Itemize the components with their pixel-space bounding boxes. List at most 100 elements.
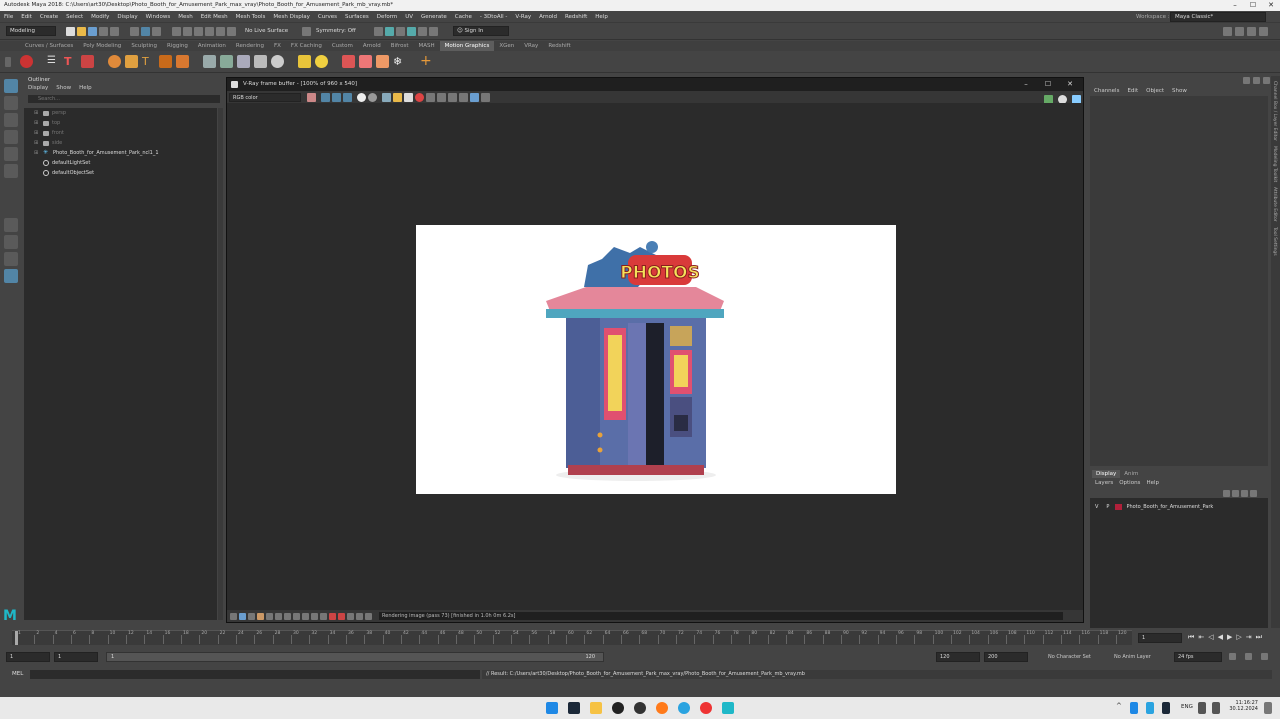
snap-view-icon[interactable]	[205, 26, 214, 36]
layer-playback-toggle[interactable]: P	[1106, 504, 1109, 510]
vfb-close-icon[interactable]: ✕	[1059, 78, 1081, 91]
clear-image-icon[interactable]	[404, 92, 413, 102]
vfb-dot-icon[interactable]	[347, 612, 354, 620]
shelf-tab-custom[interactable]: Custom	[327, 41, 358, 51]
red-channel-icon[interactable]	[321, 92, 330, 102]
range-bar[interactable]: 1 120	[106, 652, 604, 662]
select-tool-icon[interactable]	[4, 79, 18, 93]
layer-tab-display[interactable]: Display	[1092, 470, 1121, 478]
channel-box-menu-channels[interactable]: Channels	[1090, 86, 1123, 96]
minimize-icon[interactable]: –	[1226, 0, 1244, 11]
outliner-item[interactable]: ⊞ side	[24, 138, 217, 148]
outliner-layout-icon[interactable]	[4, 269, 18, 283]
shelf-tab-xgen[interactable]: XGen	[494, 41, 519, 51]
menu-uv[interactable]: UV	[401, 11, 417, 23]
tool-settings-icon[interactable]	[1247, 27, 1256, 36]
svg-icon[interactable]	[159, 55, 172, 68]
playback-end-field[interactable]: 120	[936, 652, 980, 662]
shelf-tab-motion-graphics[interactable]: Motion Graphics	[439, 41, 495, 51]
save-image-icon[interactable]	[307, 92, 316, 102]
undo-icon[interactable]	[99, 26, 108, 36]
notification-icon[interactable]	[1264, 702, 1272, 714]
shelf-tab-arnold[interactable]: Arnold	[358, 41, 386, 51]
channel-box-icon[interactable]	[1259, 27, 1268, 36]
region-render-icon[interactable]	[437, 92, 446, 102]
outliner-item[interactable]: ⊞ ✳ Photo_Booth_for_Amusement_Park_ncl1_1	[24, 148, 217, 158]
channel-dropdown[interactable]: RGB color	[229, 92, 301, 102]
menu-file[interactable]: File	[0, 11, 17, 23]
four-view-icon[interactable]	[4, 235, 18, 249]
symmetry-icon[interactable]	[302, 26, 311, 36]
step-back-key-icon[interactable]: ⇤	[1198, 633, 1204, 642]
maximize-icon[interactable]: ☐	[1244, 0, 1262, 11]
outliner-item[interactable]: defaultObjectSet	[24, 168, 217, 178]
new-layer-selected-icon[interactable]	[1250, 490, 1257, 497]
vfb-ab-icon[interactable]	[311, 612, 318, 620]
layer-visibility-toggle[interactable]: V	[1095, 504, 1098, 510]
shelf-tab-bifrost[interactable]: Bifrost	[386, 41, 414, 51]
anim-end-field[interactable]: 200	[984, 652, 1028, 662]
cmd-language-label[interactable]: MEL	[12, 671, 23, 677]
firefox-icon[interactable]	[656, 702, 668, 714]
vfb-lut-icon[interactable]	[248, 612, 255, 620]
two-view-icon[interactable]	[4, 252, 18, 266]
loop-icon[interactable]	[1229, 653, 1236, 660]
vfb-canvas[interactable]: PHOTOS	[227, 103, 1083, 610]
expand-icon[interactable]: ⊞	[34, 118, 40, 128]
history-icon[interactable]	[481, 92, 490, 102]
stop-render-icon[interactable]	[415, 92, 424, 102]
vfb-srgb-icon[interactable]	[266, 612, 273, 620]
outliner-menu-display[interactable]: Display	[24, 84, 52, 93]
lens-effects-icon[interactable]	[459, 92, 468, 102]
snap-point-icon[interactable]	[194, 26, 203, 36]
menu-3dtoall[interactable]: - 3DtoAll -	[476, 11, 512, 23]
fps-dropdown[interactable]: 24 fps	[1174, 652, 1222, 662]
menu-mesh[interactable]: Mesh	[174, 11, 196, 23]
panel-mid-icon[interactable]	[1253, 77, 1260, 84]
hypershade-icon[interactable]	[407, 26, 416, 36]
particle-icon[interactable]	[342, 55, 355, 68]
sign-in-button[interactable]: ☺ Sign In	[453, 26, 509, 36]
shelf-menu-icon[interactable]: ☰	[47, 55, 60, 68]
start-icon[interactable]	[546, 702, 558, 714]
folder-icon[interactable]	[393, 92, 402, 102]
shelf-settings-icon[interactable]	[5, 56, 11, 67]
live-surface-label[interactable]: No Live Surface	[245, 28, 301, 34]
vfb-exposure-icon[interactable]	[257, 612, 264, 620]
step-back-icon[interactable]: ◁	[1208, 633, 1213, 642]
select-hierarchy-icon[interactable]	[130, 26, 139, 36]
vfb-color-clamp-icon[interactable]	[320, 612, 327, 620]
twist-icon[interactable]	[254, 55, 267, 68]
paint-select-icon[interactable]	[4, 113, 18, 127]
shelf-tab-fx-caching[interactable]: FX Caching	[286, 41, 327, 51]
attribute-editor-icon[interactable]	[1235, 27, 1244, 36]
yandex-icon[interactable]	[700, 702, 712, 714]
vfb-stereo-icon[interactable]	[275, 612, 282, 620]
modeling-toolkit-icon[interactable]	[1223, 27, 1232, 36]
auto-key-icon[interactable]	[1245, 653, 1252, 660]
rotate-tool-icon[interactable]	[4, 147, 18, 161]
load-image-icon[interactable]	[382, 92, 391, 102]
unreal-icon[interactable]	[612, 702, 624, 714]
shelf-tab-redshift[interactable]: Redshift	[543, 41, 575, 51]
layer-move-up-icon[interactable]	[1223, 490, 1230, 497]
bend-icon[interactable]	[220, 55, 233, 68]
outliner-item[interactable]: defaultLightSet	[24, 158, 217, 168]
render-frame-icon[interactable]	[374, 26, 383, 36]
shelf-tab-animation[interactable]: Animation	[193, 41, 231, 51]
display-correction-icon[interactable]	[470, 92, 479, 102]
vfb-red-square-icon[interactable]	[338, 612, 345, 620]
menu-v-ray[interactable]: V-Ray	[511, 11, 535, 23]
side-tab[interactable]: Tool Settings	[1272, 227, 1277, 256]
go-end-icon[interactable]: ⏭	[1256, 633, 1262, 642]
shelf-tab-vray[interactable]: VRay	[519, 41, 543, 51]
channel-box-menu-object[interactable]: Object	[1142, 86, 1168, 96]
vfb-pixel-info-icon[interactable]	[293, 612, 300, 620]
menu-surfaces[interactable]: Surfaces	[341, 11, 373, 23]
menu-deform[interactable]: Deform	[373, 11, 401, 23]
sphere-icon[interactable]	[108, 55, 121, 68]
volume-icon[interactable]	[1212, 702, 1220, 714]
ipr-render-icon[interactable]	[385, 26, 394, 36]
shelf-tab-poly-modeling[interactable]: Poly Modeling	[78, 41, 126, 51]
shelf-tab-mash[interactable]: MASH	[413, 41, 439, 51]
